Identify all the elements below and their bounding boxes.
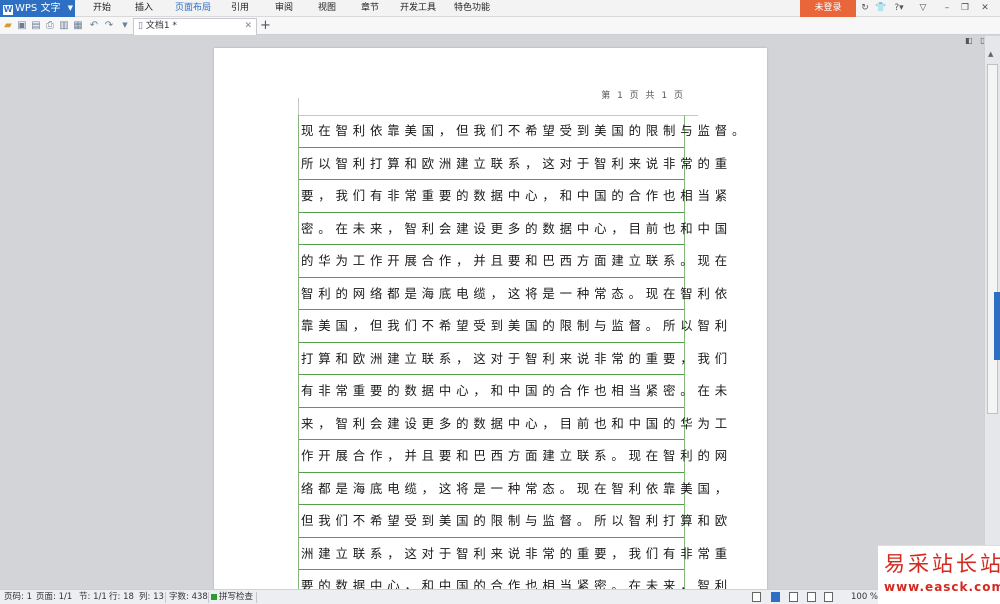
text-line: 打算和欧洲建立联系，这对于智利来说非常的重要，我们 (299, 343, 727, 375)
menu-bar: W WPS 文字 ▼ 开始 插入 页面布局 引用 审阅 视图 章节 开发工具 特色… (0, 0, 1000, 17)
status-column: 列: 13 (139, 592, 164, 602)
app-label: WPS 文字 (15, 3, 61, 14)
text-line: 的华为工作开展合作，并且要和巴西方面建立联系。现在 (299, 245, 727, 278)
watermark-title: 易采站长站 (884, 552, 1000, 576)
text-line: 来，智利会建设更多的数据中心，目前也和中国的华为工 (299, 408, 727, 440)
menu-chapter[interactable]: 章节 (361, 0, 379, 17)
menu-developer[interactable]: 开发工具 (400, 0, 436, 17)
web-view-icon[interactable] (807, 592, 816, 602)
text-line: 所以智利打算和欧洲建立联系，这对于智利来说非常的重 (299, 148, 727, 180)
export-pdf-icon[interactable]: ▦ (72, 19, 84, 32)
margin-crop-mark (298, 98, 299, 116)
document-tab-title: 文档1 * (145, 21, 177, 31)
app-menu-button[interactable]: W WPS 文字 ▼ (0, 0, 75, 17)
menu-view[interactable]: 视图 (318, 0, 336, 17)
minimize-icon[interactable]: – (942, 1, 952, 16)
chevron-down-icon: ▼ (67, 4, 73, 12)
document-page[interactable]: 第 1 页 共 1 页 现在智利依靠美国，但我们不希望受到美国的限制与监督。 所… (214, 48, 767, 598)
text-line: 作开展合作，并且要和巴西方面建立联系。现在智利的网 (299, 440, 727, 473)
collapse-ribbon-icon[interactable]: ▽ (918, 1, 928, 16)
text-line: 但我们不希望受到美国的限制与监督。所以智利打算和欧 (299, 505, 727, 538)
zoom-level[interactable]: 100 % (851, 590, 878, 604)
status-divider (256, 592, 257, 603)
restore-icon[interactable]: ❐ (960, 1, 970, 16)
help-label: ? (894, 3, 900, 13)
page-number-header: 第 1 页 共 1 页 (601, 91, 685, 101)
status-pages: 页面: 1/1 (36, 592, 73, 602)
save-icon[interactable]: ▣ (16, 19, 28, 32)
status-divider (208, 592, 209, 603)
page-view-icon[interactable] (771, 592, 780, 602)
text-line: 洲建立联系，这对于智利来说非常的重要，我们有非常重 (299, 538, 727, 570)
save-as-icon[interactable]: ▤ (30, 19, 42, 32)
help-icon[interactable]: ?▾ (892, 1, 906, 16)
status-divider (165, 592, 166, 603)
open-folder-icon[interactable]: ▰ (2, 19, 14, 32)
reading-view-icon[interactable] (824, 592, 833, 602)
side-panel-toggle[interactable] (994, 292, 1000, 360)
scroll-up-icon[interactable]: ▲ (988, 50, 993, 58)
spell-check-label: 拼写检查 (219, 592, 254, 602)
redo-icon[interactable]: ↷ (103, 19, 115, 32)
chevron-down-icon[interactable]: ▼ (119, 19, 131, 32)
status-line: 行: 18 (109, 592, 134, 602)
text-line: 靠美国，但我们不希望受到美国的限制与监督。所以智利 (299, 310, 727, 343)
document-icon: ▯ (138, 21, 143, 31)
text-line: 智利的网络都是海底电缆，这将是一种常态。现在智利依 (299, 278, 727, 310)
new-tab-button[interactable]: + (260, 18, 271, 33)
print-icon[interactable]: ⎙ (44, 19, 56, 32)
site-watermark: 易采站长站 www.easck.com (878, 545, 1000, 604)
status-word-count[interactable]: 字数: 438 (169, 590, 208, 604)
text-line: 要，我们有非常重要的数据中心，和中国的合作也相当紧 (299, 180, 727, 213)
refresh-icon[interactable]: ↻ (860, 1, 870, 16)
close-tab-icon[interactable]: ✕ (244, 19, 252, 34)
status-page: 页码: 1 (4, 592, 32, 602)
menu-start[interactable]: 开始 (93, 0, 111, 17)
watermark-url: www.easck.com (884, 580, 1000, 594)
menu-special-features[interactable]: 特色功能 (454, 0, 490, 17)
skin-icon[interactable]: 👕 (875, 1, 886, 16)
text-line: 络都是海底电缆，这将是一种常态。现在智利依靠美国， (299, 473, 727, 505)
outline-view-icon[interactable] (789, 592, 798, 602)
menu-references[interactable]: 引用 (231, 0, 249, 17)
spell-check-toggle[interactable]: 拼写检查 (211, 590, 253, 604)
login-button[interactable]: 未登录 (800, 0, 856, 17)
scrollbar-thumb[interactable] (987, 64, 998, 414)
menu-page-layout[interactable]: 页面布局 (175, 0, 211, 17)
status-section: 节: 1/1 (79, 592, 107, 602)
wps-logo-icon: W (3, 5, 13, 15)
text-line: 密。在未来，智利会建设更多的数据中心，目前也和中国 (299, 213, 727, 245)
zoom-tool-icon[interactable]: ◧ (965, 36, 973, 45)
menu-review[interactable]: 审阅 (275, 0, 293, 17)
text-line: 现在智利依靠美国，但我们不希望受到美国的限制与监督。 (299, 115, 744, 148)
menu-insert[interactable]: 插入 (135, 0, 153, 17)
undo-icon[interactable]: ↶ (88, 19, 100, 32)
close-icon[interactable]: ✕ (980, 1, 990, 16)
full-screen-icon[interactable] (752, 592, 761, 602)
text-line: 有非常重要的数据中心，和中国的合作也相当紧密。在未 (299, 375, 727, 408)
status-bar: 页码: 1 页面: 1/1 节: 1/1 行: 18 列: 13 字数: 438… (0, 589, 1000, 604)
tab-document[interactable]: ▯ 文档1 * ✕ (133, 18, 257, 35)
print-preview-icon[interactable]: ▥ (58, 19, 70, 32)
text-grid[interactable]: 现在智利依靠美国，但我们不希望受到美国的限制与监督。 所以智利打算和欧洲建立联系… (298, 115, 744, 598)
quick-access-toolbar: ▰ ▣ ▤ ⎙ ▥ ▦ ↶ ↷ ▼ ▯ 文档1 * ✕ + ◧ ◨ (0, 17, 1000, 45)
